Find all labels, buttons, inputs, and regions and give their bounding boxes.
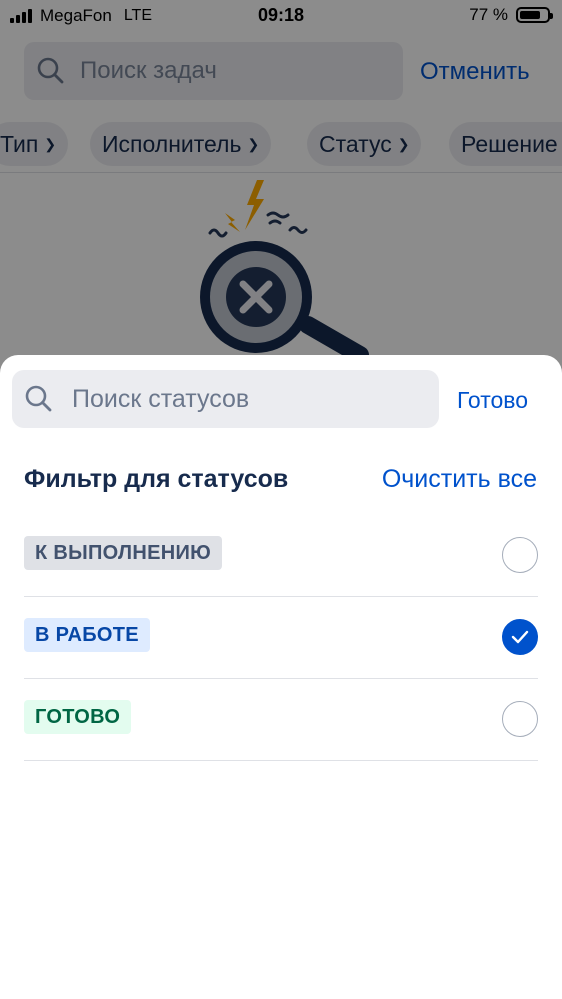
status-search-placeholder: Поиск статусов xyxy=(72,384,250,413)
divider xyxy=(24,760,538,761)
checkmark-icon xyxy=(511,630,529,644)
status-lozenge: В РАБОТЕ xyxy=(24,618,150,652)
status-option-in-progress[interactable]: В РАБОТЕ xyxy=(0,597,562,679)
status-filter-sheet: Поиск статусов Готово Фильтр для статусо… xyxy=(0,355,562,999)
status-option-todo[interactable]: К ВЫПОЛНЕНИЮ xyxy=(0,515,562,597)
unchecked-radio-icon[interactable] xyxy=(502,701,538,737)
status-lozenge: ГОТОВО xyxy=(24,700,132,734)
sheet-title: Фильтр для статусов xyxy=(24,465,289,493)
checked-radio-icon[interactable] xyxy=(502,619,538,655)
status-search-input[interactable]: Поиск статусов xyxy=(12,370,439,428)
status-lozenge: К ВЫПОЛНЕНИЮ xyxy=(24,536,223,570)
clear-all-button[interactable]: Очистить все xyxy=(382,465,537,494)
done-button[interactable]: Готово xyxy=(457,387,528,414)
search-icon xyxy=(25,385,52,412)
status-option-done[interactable]: ГОТОВО xyxy=(0,679,562,761)
unchecked-radio-icon[interactable] xyxy=(502,537,538,573)
status-list: К ВЫПОЛНЕНИЮ В РАБОТЕ ГОТОВО xyxy=(0,515,562,761)
